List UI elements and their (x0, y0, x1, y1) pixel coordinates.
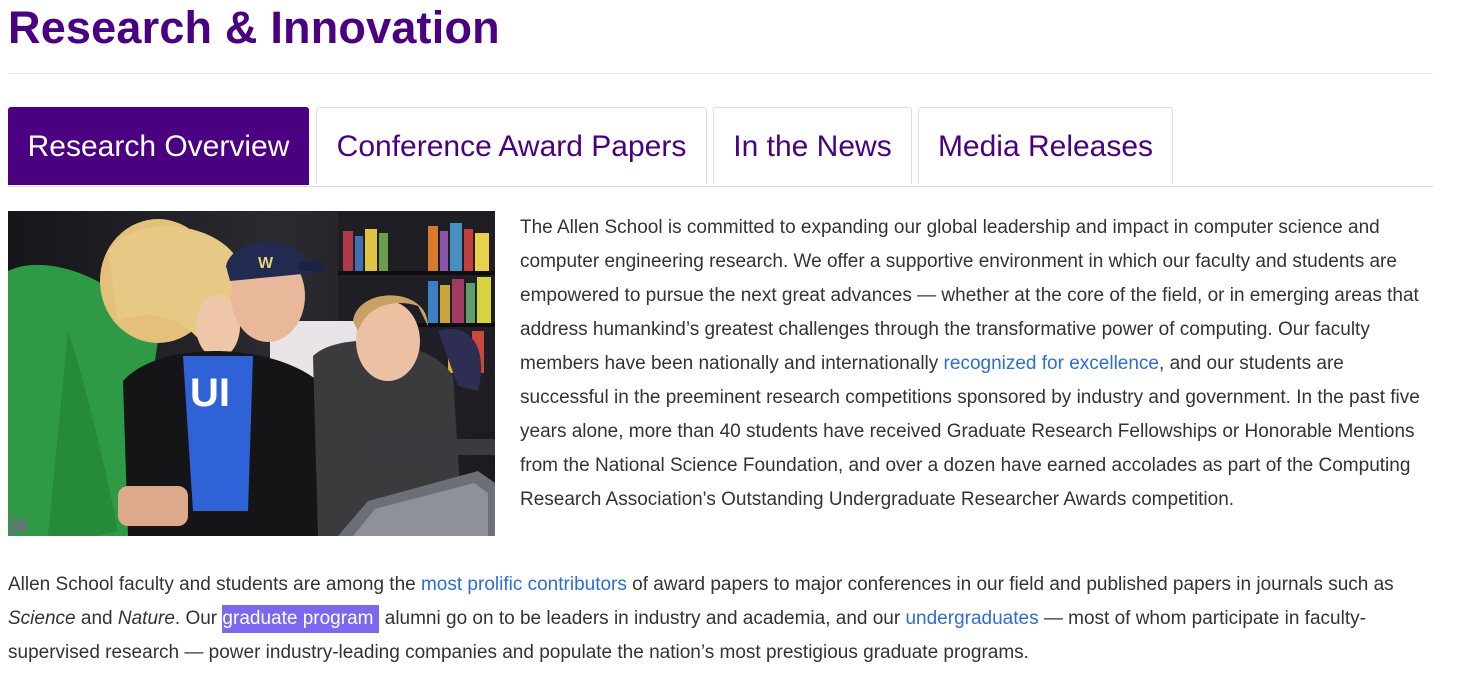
journal-nature: Nature (117, 608, 175, 629)
tab-research-overview[interactable]: Research Overview (8, 107, 309, 185)
undergraduates-link[interactable]: undergraduates (905, 608, 1038, 629)
cap-text: W (258, 255, 274, 272)
para2-text-d: . Our (174, 608, 223, 629)
para2-text-e: alumni go on to be leaders in industry a… (379, 608, 906, 629)
desk (358, 439, 495, 455)
page: Research & Innovation Research Overview … (0, 0, 1460, 680)
graduate-program-link[interactable]: graduate program (222, 605, 380, 633)
tab-in-the-news[interactable]: In the News (713, 107, 912, 184)
intro-text-b: , and our students are successful in the… (520, 353, 1420, 510)
shirt-text: UI (190, 371, 230, 415)
tab-conference-award-papers[interactable]: Conference Award Papers (316, 107, 707, 184)
intro-paragraph: The Allen School is committed to expandi… (520, 211, 1435, 517)
students-photo-illustration: UI W ja (8, 211, 495, 536)
tab-media-releases[interactable]: Media Releases (918, 107, 1173, 184)
para2-text-c: and (75, 608, 118, 629)
background-sign: ja (9, 511, 28, 536)
para2-text-a: Allen School faculty and students are am… (8, 574, 421, 595)
students-photo: UI W ja (8, 211, 495, 536)
research-paragraph: Allen School faculty and students are am… (8, 568, 1433, 670)
page-title: Research & Innovation (8, 2, 500, 53)
most-prolific-contributors-link[interactable]: most prolific contributors (421, 574, 627, 595)
recognized-for-excellence-link[interactable]: recognized for excellence (944, 353, 1159, 374)
tab-bar: Research Overview Conference Award Paper… (8, 107, 1433, 187)
para2-text-b: of award papers to major conferences in … (626, 574, 1394, 595)
title-divider (8, 73, 1433, 74)
intro-text-a: The Allen School is committed to expandi… (520, 217, 1419, 374)
journal-science: Science (8, 608, 76, 629)
